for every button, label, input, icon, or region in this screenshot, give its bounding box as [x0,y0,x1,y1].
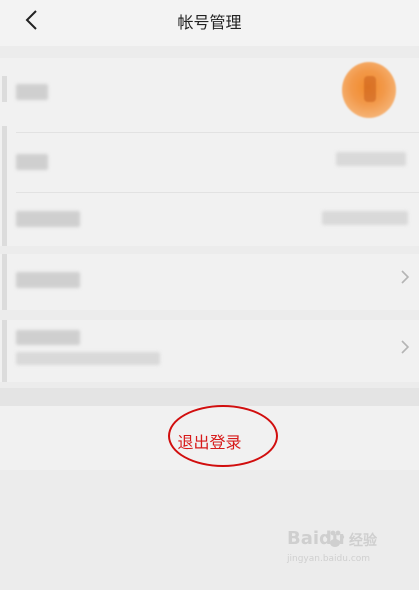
header-bar: 帐号管理 [0,0,419,46]
settings-row-1[interactable] [0,254,419,310]
baidu-paw-icon [325,530,345,547]
row5-sub [16,352,160,365]
row3-label [16,211,80,227]
chevron-right-icon [401,340,410,354]
page-title: 帐号管理 [177,13,242,32]
row2-label [16,154,48,170]
section-gap [0,388,419,406]
avatar[interactable] [342,62,396,118]
row5-label [16,330,80,345]
divider [16,132,419,133]
info-row-1[interactable] [0,134,419,192]
row2-value [336,152,406,166]
row4-label [16,272,80,288]
row3-value [322,211,408,225]
avatar-mark [364,76,376,102]
watermark-url: jingyan.baidu.com [287,554,371,564]
row-edge [2,76,7,102]
info-row-2[interactable] [0,193,419,245]
baidu-watermark: Baidu 经验 jingyan.baidu.com [287,528,391,568]
chevron-right-icon [401,270,410,284]
watermark-sub: 经验 [349,533,377,549]
avatar-label [16,84,48,100]
highlight-ellipse [168,405,278,467]
settings-row-2[interactable] [0,320,419,382]
